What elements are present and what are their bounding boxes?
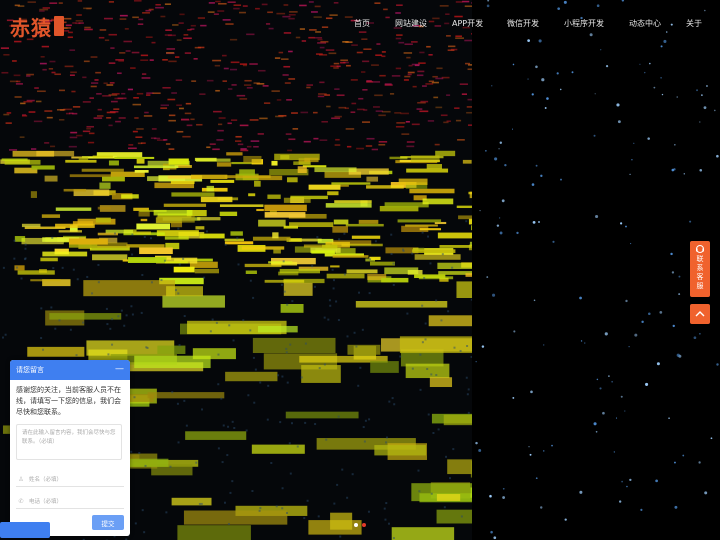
- nav-item-news[interactable]: 动态中心: [629, 18, 661, 29]
- logo-text: 赤猿: [10, 15, 52, 40]
- chat-header: 请您留言 —: [10, 360, 130, 380]
- hero-starfield: [472, 0, 720, 540]
- leave-message-panel: 请您留言 — 感谢您的关注，当前客服人员不在线，请填写一下您的信息，我们会尽快和…: [10, 360, 130, 536]
- headset-icon: [696, 245, 704, 253]
- nav-item-home[interactable]: 首页: [354, 18, 370, 29]
- submit-button[interactable]: 提交: [92, 515, 124, 530]
- chat-intro-text: 感谢您的关注，当前客服人员不在线，请填写一下您的信息，我们会尽快和您联系。: [16, 386, 121, 416]
- slider-dot-2[interactable]: [362, 523, 366, 527]
- nav-item-website[interactable]: 网站建设: [395, 18, 427, 29]
- starfield-art: [475, 0, 719, 540]
- name-field[interactable]: ♙ 姓名（必填）: [16, 472, 124, 487]
- phone-field[interactable]: ✆ 电话（必填）: [16, 494, 124, 509]
- nav-item-miniprogram[interactable]: 小程序开发: [564, 18, 604, 29]
- contact-service-button[interactable]: 联系客服: [690, 241, 710, 297]
- nav-item-app[interactable]: APP开发: [452, 18, 483, 29]
- logo-badge: [54, 16, 64, 36]
- site-logo[interactable]: 赤猿: [10, 14, 64, 40]
- nav-item-wechat[interactable]: 微信开发: [507, 18, 539, 29]
- nav-item-about[interactable]: 关于: [686, 18, 702, 29]
- back-to-top-button[interactable]: [690, 304, 710, 324]
- phone-placeholder: 电话（必填）: [29, 499, 63, 505]
- chevron-up-icon: [695, 311, 705, 317]
- main-nav: 首页 网站建设 APP开发 微信开发 小程序开发 动态中心 关于: [340, 18, 720, 32]
- user-icon: ♙: [18, 475, 24, 483]
- slider-dot-1[interactable]: [354, 523, 358, 527]
- name-placeholder: 姓名（必填）: [29, 477, 63, 483]
- chat-title: 请您留言: [16, 366, 44, 374]
- contact-service-label: 联系客服: [696, 255, 704, 290]
- message-textarea[interactable]: 请在此输入留言内容，我们会尽快与您联系。（必填）: [16, 424, 122, 460]
- chat-tab-bar[interactable]: [0, 522, 50, 538]
- minimize-icon[interactable]: —: [115, 364, 124, 374]
- phone-icon: ✆: [18, 497, 24, 505]
